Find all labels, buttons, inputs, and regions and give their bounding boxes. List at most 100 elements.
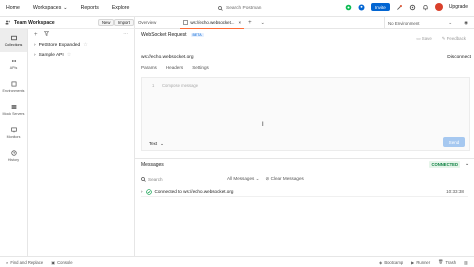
rail-monitors[interactable]: Monitors — [0, 121, 27, 144]
nav-workspaces-label: Workspaces — [32, 5, 62, 11]
messages-title: Messages — [141, 161, 164, 168]
request-panel: WebSocket Request BETA ▭ Save ✎ Feedback… — [135, 29, 474, 256]
bell-icon[interactable] — [422, 4, 429, 11]
messages-search-input[interactable]: Search — [141, 177, 221, 182]
eye-icon[interactable]: ◉ — [464, 20, 468, 26]
invite-button[interactable]: Invite — [370, 3, 390, 11]
rail-apis[interactable]: APIs — [0, 52, 27, 75]
send-button[interactable]: Send — [443, 137, 465, 147]
add-tab-icon[interactable]: + — [248, 20, 252, 26]
mock-servers-icon — [11, 104, 17, 110]
console-button[interactable]: ▣ Console — [51, 260, 72, 265]
star-icon[interactable]: ☆ — [67, 53, 71, 58]
collection-label: Sample API — [38, 52, 64, 58]
filter-icon[interactable] — [43, 31, 49, 38]
feedback-label: Feedback — [446, 36, 466, 41]
rail-mock-servers-label: Mock Servers — [2, 111, 25, 116]
new-button[interactable]: New — [98, 19, 115, 26]
collection-item[interactable]: › PetStore Expanded ☆ — [28, 40, 134, 50]
star-icon[interactable]: ☆ — [83, 43, 87, 48]
nav-reports[interactable]: Reports — [81, 5, 99, 11]
messages-filter-label: All Messages — [227, 176, 255, 181]
url-row: ws://echo.websocket.org Disconnect — [141, 53, 471, 61]
search-icon — [141, 176, 146, 182]
list-item[interactable]: › Connected to ws://echo.websocket.org 1… — [141, 187, 468, 197]
save-button[interactable]: ▭ Save — [416, 36, 431, 42]
tab-overview[interactable]: Overview — [135, 17, 159, 29]
nav-home[interactable]: Home — [6, 5, 20, 11]
chevron-down-icon: ⌄ — [63, 5, 68, 11]
feedback-button[interactable]: ✎ Feedback — [442, 36, 466, 42]
add-collection-icon[interactable]: + — [34, 32, 38, 38]
messages-search-placeholder: Search — [148, 176, 163, 182]
collection-item[interactable]: › Sample API ☆ — [28, 50, 134, 60]
sidebar-toolbar: + ··· — [28, 29, 134, 40]
disconnect-button[interactable]: Disconnect — [447, 55, 471, 60]
websocket-icon — [183, 19, 189, 25]
avatar[interactable] — [434, 3, 443, 11]
chevron-down-icon[interactable]: ⌄ — [465, 162, 469, 167]
console-icon: ▣ — [51, 259, 56, 265]
rail-apis-label: APIs — [9, 65, 18, 70]
rail-environments[interactable]: Environments — [0, 75, 27, 98]
text-cursor-icon: I — [262, 122, 264, 128]
find-replace-button[interactable]: ⌕ Find and Replace — [6, 260, 43, 265]
rail-mock-servers[interactable]: Mock Servers — [0, 98, 27, 121]
rail-collections[interactable]: Collections — [0, 29, 27, 52]
apis-icon — [11, 58, 17, 64]
bootcamp-label: Bootcamp — [384, 259, 404, 265]
team-icon — [5, 20, 11, 25]
tab-websocket-label: ws://echo.websocket... — [190, 19, 235, 25]
clear-messages-button[interactable]: ⊘ Clear Messages — [265, 176, 303, 182]
message-composer[interactable]: 1 Compose message Text ⌄ Send — [141, 77, 470, 151]
runner-icon: ▶ — [411, 259, 415, 265]
workspace-title[interactable]: Team Workspace — [5, 20, 55, 26]
check-circle-icon — [145, 188, 152, 195]
tab-headers[interactable]: Headers — [166, 65, 183, 70]
messages-filter-select[interactable]: All Messages ⌄ — [227, 176, 259, 182]
search-input[interactable]: Search Postman — [218, 4, 308, 13]
workspace-header: Team Workspace New Import — [0, 17, 135, 29]
chevron-down-icon: ⌄ — [160, 141, 164, 146]
history-icon — [10, 149, 17, 156]
search-placeholder: Search Postman — [226, 6, 262, 11]
close-icon[interactable]: × — [238, 20, 241, 25]
tab-params[interactable]: Params — [141, 65, 157, 70]
request-actions: ▭ Save ✎ Feedback — [416, 36, 466, 42]
rail-collections-label: Collections — [4, 42, 23, 47]
main-nav: Home Workspaces ⌄ Reports Explore — [6, 5, 129, 11]
messages-header: Messages CONNECTED ⌄ — [135, 158, 474, 170]
upgrade-button[interactable]: Upgrade — [449, 4, 468, 10]
search-icon — [218, 6, 223, 11]
trash-button[interactable]: 🗑 Trash — [438, 259, 456, 265]
tab-websocket-request[interactable]: ws://echo.websocket... × — [180, 16, 245, 29]
invite-user-icon[interactable] — [358, 3, 365, 11]
runner-button[interactable]: ▶ Runner — [411, 259, 430, 265]
rail-history[interactable]: History — [0, 144, 27, 167]
request-title: WebSocket Request — [141, 32, 187, 38]
layout-icon[interactable]: ▥ — [464, 259, 468, 265]
sync-icon[interactable] — [345, 4, 352, 11]
gear-icon[interactable] — [409, 4, 416, 11]
environments-icon — [11, 81, 17, 87]
nav-workspaces[interactable]: Workspaces ⌄ — [33, 5, 68, 11]
import-button[interactable]: Import — [114, 19, 134, 26]
tab-settings[interactable]: Settings — [192, 65, 209, 70]
format-select[interactable]: Text ⌄ — [149, 141, 164, 147]
more-options-icon[interactable]: ··· — [123, 32, 128, 37]
monitors-icon — [10, 127, 17, 133]
satellite-icon[interactable] — [396, 4, 403, 11]
request-subtabs: Params Headers Settings — [141, 65, 209, 70]
environment-selected: No Environment — [388, 20, 420, 26]
runner-label: Runner — [416, 259, 431, 265]
url-input[interactable]: ws://echo.websocket.org — [141, 55, 194, 60]
collection-label: PetStore Expanded — [38, 42, 81, 48]
top-bar: Home Workspaces ⌄ Reports Explore Search … — [0, 0, 474, 17]
bootcamp-button[interactable]: ◈ Bootcamp — [379, 259, 403, 265]
status-badge: CONNECTED — [429, 161, 460, 168]
nav-explore[interactable]: Explore — [112, 5, 130, 11]
environment-select[interactable]: No Environment ⌄ ◉ — [384, 17, 474, 29]
chevron-down-icon: ⌄ — [448, 20, 452, 25]
tab-overflow-icon[interactable]: ⌄ — [261, 20, 265, 26]
find-replace-label: Find and Replace — [10, 259, 44, 265]
